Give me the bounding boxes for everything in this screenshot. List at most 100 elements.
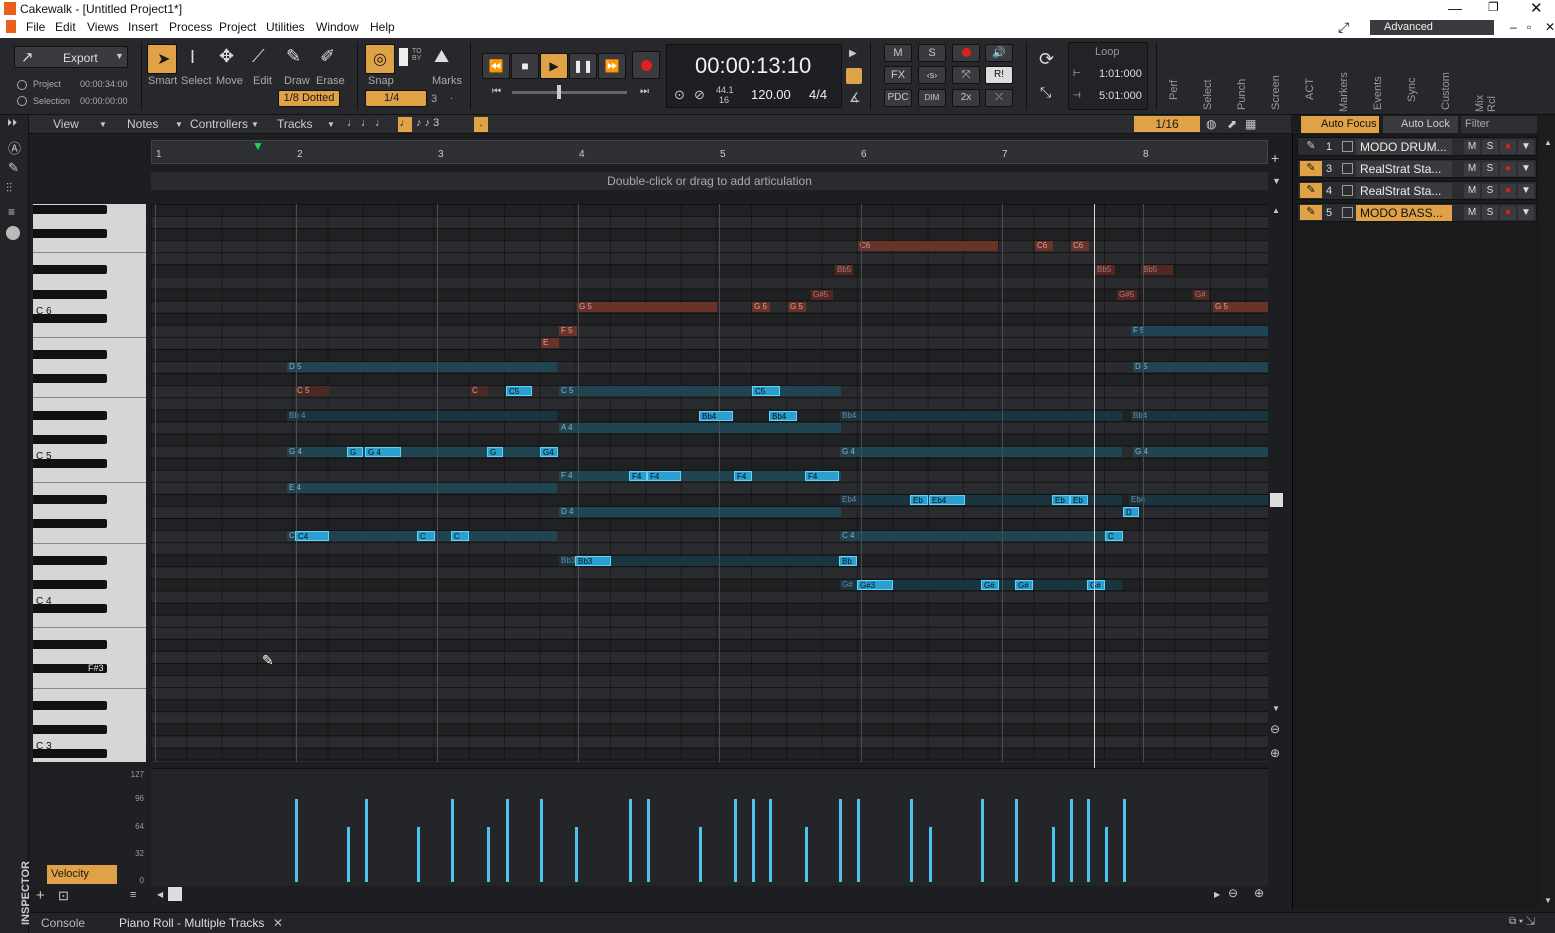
menu-project[interactable]: Project: [219, 20, 256, 34]
close-button[interactable]: ✕: [1530, 0, 1543, 17]
auto-lock-button[interactable]: Auto Lock: [1383, 116, 1458, 133]
track-name[interactable]: RealStrat Sta...: [1356, 183, 1452, 199]
lane-menu-icon[interactable]: ≡: [130, 889, 136, 901]
restore-button[interactable]: ❐: [1488, 0, 1499, 14]
midi-note-inactive[interactable]: C6: [1035, 241, 1053, 252]
select-lane-icon[interactable]: ⊡: [58, 888, 69, 904]
black-key[interactable]: [33, 350, 107, 360]
collapse-chevron-icon[interactable]: ▼: [1272, 176, 1281, 186]
module-select[interactable]: Select: [1196, 40, 1224, 112]
edit-track-icon[interactable]: ✎: [1300, 139, 1322, 154]
edit-track-icon[interactable]: ✎: [1300, 161, 1322, 176]
velocity-bar[interactable]: [805, 826, 808, 882]
velocity-bar[interactable]: [1087, 798, 1090, 882]
mute-button[interactable]: M: [1464, 140, 1480, 154]
tracks-menu[interactable]: Tracks: [277, 117, 313, 131]
black-key[interactable]: [33, 374, 107, 384]
velocity-bar[interactable]: [839, 798, 842, 882]
black-key[interactable]: [33, 289, 107, 299]
filter-icon[interactable]: ▼: [1518, 162, 1534, 176]
snap-globe-icon[interactable]: ◍: [1206, 117, 1216, 131]
arm-button[interactable]: ●: [1500, 162, 1516, 176]
midi-note[interactable]: F4: [629, 470, 647, 481]
move-tool-icon[interactable]: ✥: [219, 46, 234, 67]
rewind-button[interactable]: ⏪: [482, 53, 510, 79]
midi-note[interactable]: G: [347, 446, 363, 457]
filter-icon[interactable]: ▼: [1518, 184, 1534, 198]
velocity-controller-button[interactable]: Velocity: [47, 865, 117, 884]
solo-button[interactable]: S: [918, 44, 946, 62]
midi-note-inactive[interactable]: G 5: [788, 301, 806, 312]
midi-note-inactive[interactable]: C6: [858, 241, 998, 252]
module-sync[interactable]: Sync: [1400, 40, 1428, 112]
velocity-bar[interactable]: [647, 798, 650, 882]
velocity-bar[interactable]: [1070, 798, 1073, 882]
controllers-menu[interactable]: Controllers: [190, 117, 248, 131]
snap-button[interactable]: ◎: [365, 44, 395, 74]
track-row[interactable]: ✎ 3 RealStrat Sta... M S ● ▼: [1297, 159, 1537, 178]
black-key[interactable]: [33, 205, 107, 214]
track-name[interactable]: MODO BASS...: [1356, 205, 1452, 221]
velocity-bar[interactable]: [1105, 826, 1108, 882]
midi-note[interactable]: G#: [1087, 579, 1105, 590]
midi-note[interactable]: G4: [540, 446, 558, 457]
menu-file[interactable]: File: [26, 20, 45, 34]
midi-note-inactive[interactable]: C: [470, 386, 488, 397]
menu-insert[interactable]: Insert: [128, 20, 158, 34]
record-mode-icon[interactable]: [846, 68, 862, 84]
midi-note[interactable]: Bb4: [699, 410, 733, 421]
velocity-bar[interactable]: [1052, 826, 1055, 882]
filter-icon[interactable]: ▼: [1518, 140, 1534, 154]
doc-minimize-button[interactable]: –: [1510, 20, 1517, 34]
mute-button[interactable]: M: [884, 44, 912, 62]
expand-icon[interactable]: ⤢: [1338, 19, 1349, 36]
smart-tool-button[interactable]: ➤: [147, 44, 177, 74]
midi-note-inactive[interactable]: G 5: [577, 301, 717, 312]
selection-radio[interactable]: [17, 96, 27, 106]
filter-button[interactable]: Filter: [1461, 116, 1537, 133]
midi-note-inactive[interactable]: F 5: [559, 325, 577, 336]
velocity-bar[interactable]: [487, 826, 490, 882]
export-button[interactable]: ↗ Export ▼: [14, 46, 128, 68]
midi-note-inactive[interactable]: C 4: [840, 531, 1122, 542]
midi-note[interactable]: Bb4: [769, 410, 797, 421]
snap-mode-icon[interactable]: [399, 48, 408, 66]
scroll-down-icon[interactable]: ▼: [1272, 704, 1280, 713]
midi-note[interactable]: Eb: [1070, 495, 1088, 506]
velocity-bar[interactable]: [417, 826, 420, 882]
midi-note[interactable]: C4: [295, 531, 329, 542]
menu-utilities[interactable]: Utilities: [266, 20, 305, 34]
read-button[interactable]: R!: [985, 66, 1013, 84]
zoom-plus-icon[interactable]: +: [1271, 150, 1279, 166]
velocity-bar[interactable]: [752, 798, 755, 882]
fast-forward-button[interactable]: ⏩: [598, 53, 626, 79]
velocity-bar[interactable]: [1123, 798, 1126, 882]
go-to-start-icon[interactable]: ⏮: [492, 86, 501, 97]
menu-edit[interactable]: Edit: [55, 20, 76, 34]
module-custom[interactable]: Custom: [1434, 40, 1462, 112]
dim-button[interactable]: DIM: [918, 89, 946, 107]
loop-start[interactable]: 1:01:000: [1099, 68, 1142, 80]
dock-options-icon[interactable]: ⧉ ▾ ⇲: [1509, 916, 1535, 927]
midi-note-inactive[interactable]: F 4: [559, 470, 841, 481]
velocity-bar[interactable]: [295, 798, 298, 882]
module-punch[interactable]: Punch: [1230, 40, 1258, 112]
tool-list-icon[interactable]: ≡: [8, 205, 15, 219]
doc-close-button[interactable]: ✕: [1545, 20, 1555, 34]
tab-pianoroll[interactable]: Piano Roll - Multiple Tracks: [119, 916, 264, 930]
velocity-bar[interactable]: [629, 798, 632, 882]
view-menu[interactable]: View: [53, 117, 79, 131]
tool-wave-icon[interactable]: ⫶⫶: [6, 181, 12, 196]
erase-tool-icon[interactable]: ✐: [320, 46, 335, 67]
module-markers[interactable]: Markers: [1332, 40, 1360, 112]
black-key[interactable]: [33, 229, 107, 239]
velocity-bar[interactable]: [857, 798, 860, 882]
solo-button[interactable]: S: [1482, 184, 1498, 198]
quarter-note-button[interactable]: ♩: [398, 117, 412, 132]
midi-note[interactable]: G#: [981, 579, 999, 590]
fx-button[interactable]: FX: [884, 66, 912, 84]
midi-note[interactable]: F4: [647, 470, 681, 481]
arm-button[interactable]: [952, 44, 980, 62]
scroll-up-icon[interactable]: ▲: [1272, 206, 1280, 215]
midi-note[interactable]: F4: [734, 470, 752, 481]
